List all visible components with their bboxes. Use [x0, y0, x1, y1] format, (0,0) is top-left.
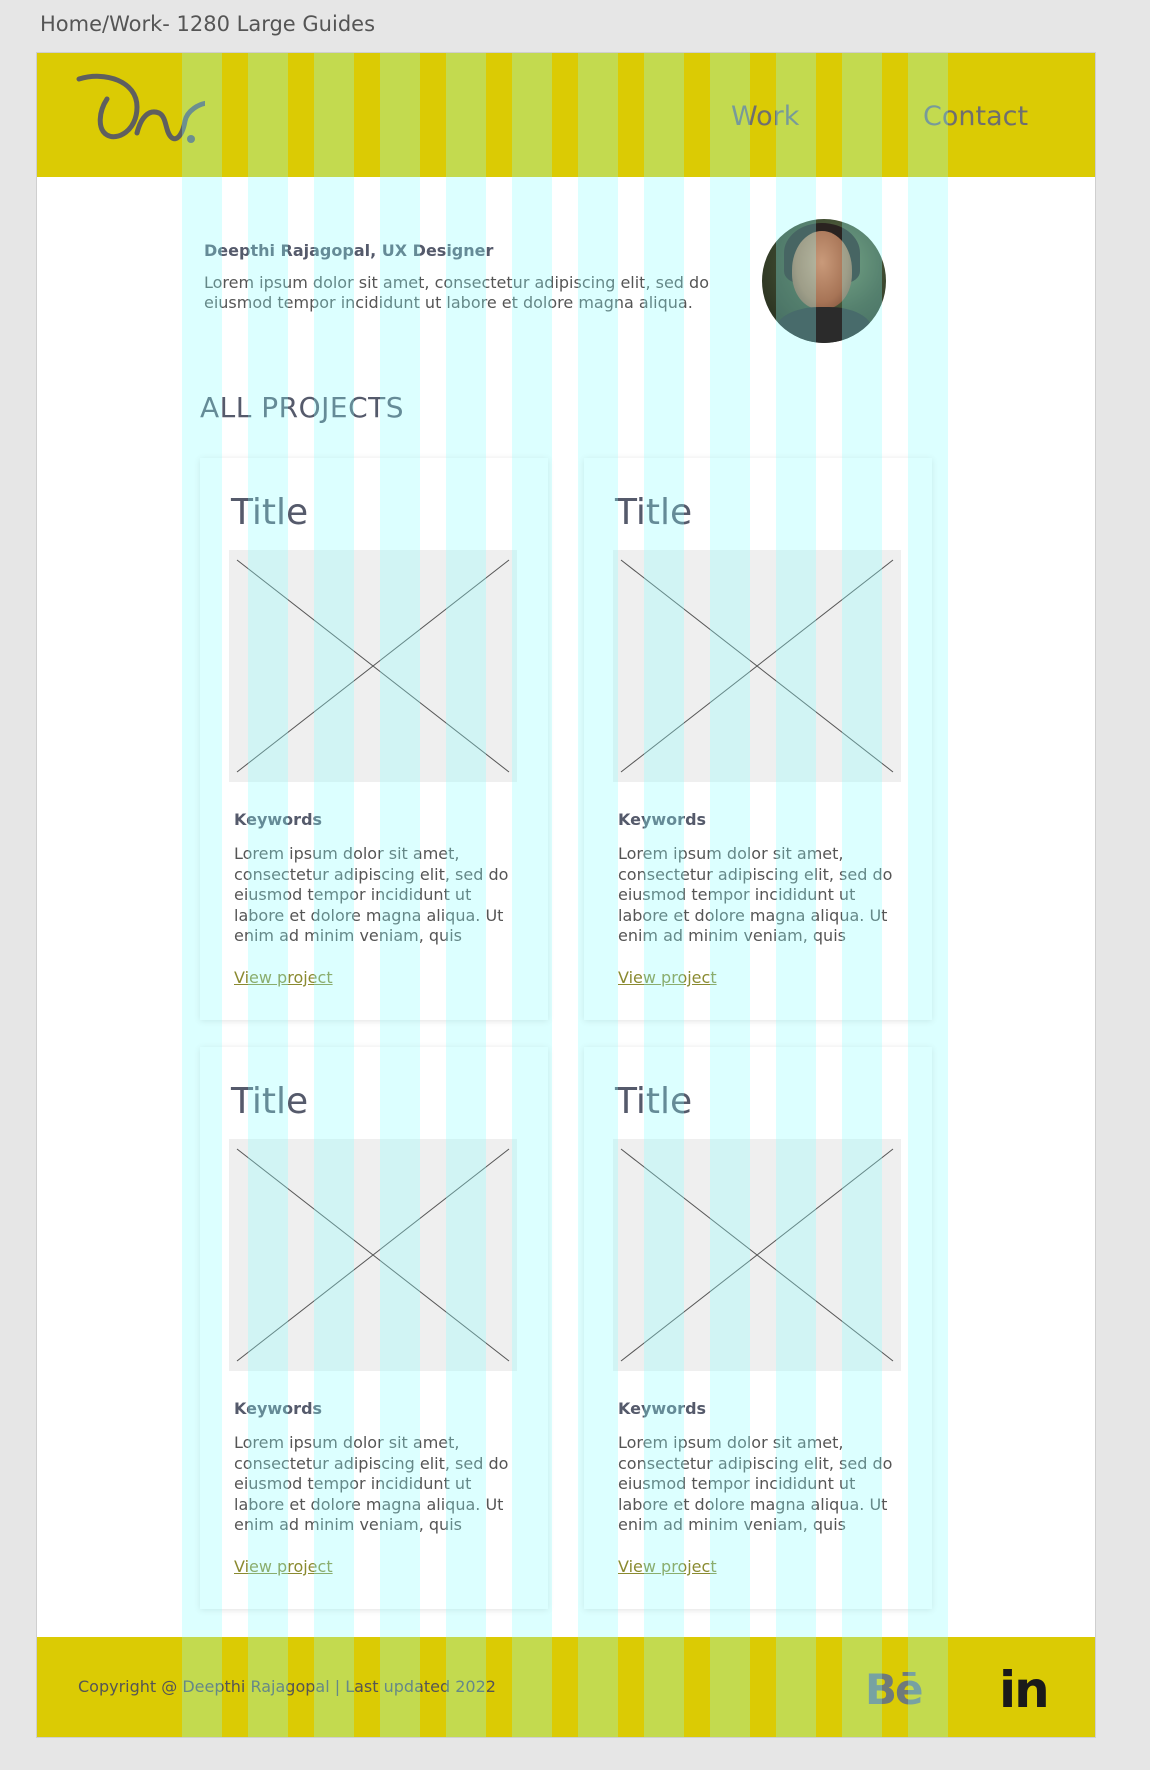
section-title: ALL PROJECTS — [200, 391, 405, 424]
behance-icon[interactable]: Bē — [865, 1665, 923, 1714]
view-project-link[interactable]: View project — [618, 1557, 717, 1576]
card-title: Title — [231, 492, 309, 533]
image-placeholder — [229, 1139, 517, 1371]
intro-text: Lorem ipsum dolor sit amet, consectetur … — [204, 273, 709, 312]
image-placeholder — [613, 1139, 901, 1371]
project-card[interactable]: Title Keywords Lorem ipsum dolor sit ame… — [584, 458, 932, 1020]
image-placeholder — [613, 550, 901, 782]
project-card[interactable]: Title Keywords Lorem ipsum dolor sit ame… — [200, 1047, 548, 1609]
view-project-link[interactable]: View project — [618, 968, 717, 987]
card-description: Lorem ipsum dolor sit amet, consectetur … — [234, 844, 509, 945]
nav-contact[interactable]: Contact — [923, 101, 1028, 132]
project-card[interactable]: Title Keywords Lorem ipsum dolor sit ame… — [584, 1047, 932, 1609]
card-title: Title — [231, 1081, 309, 1122]
card-keywords: Keywords — [618, 1399, 707, 1418]
logo-icon[interactable] — [75, 73, 205, 163]
copyright-text: Copyright @ Deepthi Rajagopal | Last upd… — [78, 1677, 496, 1696]
site-footer: Copyright @ Deepthi Rajagopal | Last upd… — [37, 1637, 1095, 1737]
card-keywords: Keywords — [618, 810, 707, 829]
artboard: Work Contact Deepthi Rajagopal, UX Desig… — [36, 52, 1096, 1738]
card-description: Lorem ipsum dolor sit amet, consectetur … — [234, 1433, 509, 1534]
card-keywords: Keywords — [234, 1399, 323, 1418]
view-project-link[interactable]: View project — [234, 968, 333, 987]
card-title: Title — [615, 1081, 693, 1122]
intro-name: Deepthi Rajagopal, UX Designer — [204, 241, 494, 260]
card-title: Title — [615, 492, 693, 533]
card-description: Lorem ipsum dolor sit amet, consectetur … — [618, 844, 893, 945]
image-placeholder — [229, 550, 517, 782]
card-keywords: Keywords — [234, 810, 323, 829]
project-card[interactable]: Title Keywords Lorem ipsum dolor sit ame… — [200, 458, 548, 1020]
linkedin-icon[interactable]: in — [999, 1661, 1050, 1719]
site-header: Work Contact — [37, 53, 1095, 177]
card-description: Lorem ipsum dolor sit amet, consectetur … — [618, 1433, 893, 1534]
avatar — [762, 219, 886, 343]
nav-work[interactable]: Work — [731, 101, 799, 132]
view-project-link[interactable]: View project — [234, 1557, 333, 1576]
frame-label: Home/Work- 1280 Large Guides — [40, 12, 376, 36]
